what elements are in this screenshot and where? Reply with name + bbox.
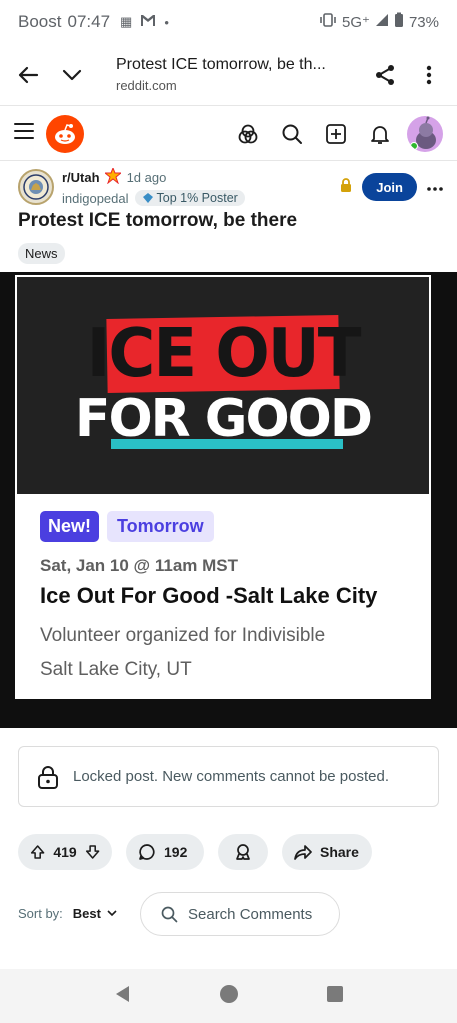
- subreddit-name[interactable]: r/Utah: [62, 170, 100, 185]
- new-badge: New!: [40, 511, 100, 542]
- notifications-button[interactable]: [363, 117, 397, 151]
- post-media[interactable]: ICE OUT FOR GOOD New! Tomorrow Sat, Jan …: [0, 272, 457, 728]
- locked-post-notice: Locked post. New comments cannot be post…: [18, 746, 439, 807]
- award-button[interactable]: [218, 834, 268, 870]
- top-poster-badge: Top 1% Poster: [134, 190, 245, 206]
- browser-toolbar: Protest ICE tomorrow, be th... reddit.co…: [0, 44, 457, 106]
- locked-icon: [340, 177, 352, 197]
- post-age: 1d ago: [126, 170, 167, 185]
- post-options-button[interactable]: [427, 178, 443, 196]
- triangle-back-icon: [115, 985, 129, 1002]
- online-status-indicator: [410, 141, 418, 150]
- sort-value: Best: [72, 906, 101, 921]
- vote-bar: 419: [18, 834, 112, 870]
- gmail-icon: [140, 14, 156, 30]
- popular-icon: [238, 124, 258, 143]
- post-title[interactable]: Protest ICE tomorrow, be there: [18, 210, 297, 232]
- page-title: Protest ICE tomorrow, be th...: [116, 56, 326, 73]
- utah-seal-icon: [23, 174, 49, 200]
- comments-button[interactable]: 192: [126, 834, 204, 870]
- page-title-area[interactable]: Protest ICE tomorrow, be th... reddit.co…: [116, 56, 355, 93]
- post-meta-text: r/Utah 1d ago indigopedal Top 1% Poster: [62, 166, 245, 206]
- event-date: Sat, Jan 10 @ 11am MST: [40, 556, 238, 575]
- bell-icon: [371, 125, 389, 144]
- search-comments-input[interactable]: Search Comments: [140, 892, 340, 936]
- system-nav-bar: [0, 969, 457, 1023]
- status-bar: Boost 07:47 ▦ • 5G⁺ 73%: [0, 0, 457, 44]
- banner-line-1: ICE OUT: [86, 315, 362, 393]
- hamburger-menu-button[interactable]: [14, 122, 34, 145]
- collapse-button[interactable]: [50, 53, 94, 97]
- community-award-icon: [103, 166, 122, 187]
- top-poster-badge-label: Top 1% Poster: [156, 191, 238, 205]
- banner-line-2: FOR GOOD: [74, 389, 373, 449]
- share-label: Share: [320, 844, 359, 860]
- more-notifications-dot-icon: •: [164, 14, 169, 30]
- browser-menu-button[interactable]: [407, 53, 451, 97]
- reddit-logo[interactable]: [46, 114, 84, 153]
- subreddit-icon[interactable]: [18, 169, 54, 205]
- signal-icon: [375, 13, 389, 31]
- share-button[interactable]: Share: [282, 834, 372, 870]
- comment-sort: Sort by: Best: [18, 906, 117, 921]
- reddit-snoo-icon: [55, 123, 75, 144]
- notification-icons: ▦ •: [120, 14, 169, 30]
- locked-post-text: Locked post. New comments cannot be post…: [73, 768, 390, 785]
- back-button[interactable]: [6, 53, 50, 97]
- tomorrow-badge: Tomorrow: [107, 511, 214, 542]
- event-badges: New! Tomorrow: [40, 511, 214, 542]
- search-icon: [282, 124, 302, 144]
- diamond-icon: [142, 193, 153, 203]
- page-url: reddit.com: [116, 78, 177, 93]
- square-recents-icon: [326, 985, 343, 1002]
- battery-icon: [394, 12, 404, 32]
- comment-icon: [139, 844, 155, 860]
- create-post-button[interactable]: [319, 117, 353, 151]
- share-icon: [376, 64, 394, 85]
- sort-label: Sort by:: [18, 906, 63, 921]
- nav-back-button[interactable]: [114, 985, 132, 1008]
- arrow-left-icon: [18, 66, 39, 83]
- post-flair[interactable]: News: [18, 243, 65, 264]
- award-icon: [236, 844, 250, 860]
- share-arrow-icon: [294, 845, 312, 860]
- event-title: Ice Out For Good -Salt Lake City: [40, 583, 378, 608]
- sort-dropdown[interactable]: Best: [73, 906, 117, 921]
- clock: 07:47: [67, 12, 111, 31]
- event-location: Salt Lake City, UT: [40, 659, 192, 680]
- user-avatar[interactable]: [407, 115, 443, 152]
- vote-count: 419: [53, 844, 77, 860]
- chevron-down-icon: [62, 69, 82, 80]
- upvote-icon[interactable]: [30, 843, 45, 861]
- battery-percent: 73%: [408, 13, 439, 31]
- vibrate-icon: [319, 13, 337, 31]
- more-horizontal-icon: [427, 187, 443, 191]
- event-banner: ICE OUT FOR GOOD: [17, 277, 429, 494]
- share-page-button[interactable]: [363, 53, 407, 97]
- nav-recents-button[interactable]: [326, 985, 344, 1008]
- menu-icon: [14, 123, 34, 139]
- plus-square-icon: [326, 123, 346, 144]
- event-card-image: ICE OUT FOR GOOD New! Tomorrow Sat, Jan …: [15, 275, 431, 699]
- join-button[interactable]: Join: [362, 173, 417, 201]
- reddit-header: [0, 107, 457, 161]
- author-name[interactable]: indigopedal: [62, 191, 129, 206]
- tetris-app-icon: ▦: [120, 14, 133, 29]
- downvote-icon[interactable]: [85, 843, 100, 861]
- lock-icon: [38, 765, 58, 789]
- post-actions: 419 192 Share: [18, 834, 372, 870]
- carrier-name: Boost: [18, 12, 62, 31]
- circle-home-icon: [219, 984, 238, 1003]
- more-vertical-icon: [426, 65, 432, 84]
- popular-button[interactable]: [231, 117, 265, 151]
- nav-home-button[interactable]: [219, 984, 239, 1009]
- search-icon: [161, 906, 178, 922]
- comment-count: 192: [164, 844, 188, 860]
- search-comments-placeholder: Search Comments: [188, 905, 313, 923]
- network-type: 5G⁺: [342, 14, 370, 31]
- search-button[interactable]: [275, 117, 309, 151]
- chevron-down-icon: [107, 910, 117, 917]
- post-header: r/Utah 1d ago indigopedal Top 1% Poster …: [18, 166, 443, 208]
- event-organizer: Volunteer organized for Indivisible: [40, 625, 326, 646]
